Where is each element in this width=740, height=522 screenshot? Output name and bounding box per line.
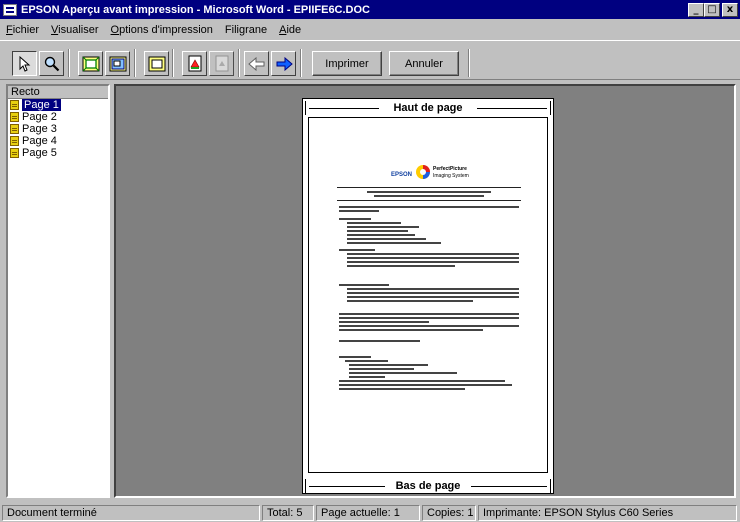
printable-area-button[interactable] <box>144 51 169 76</box>
print-button[interactable]: Imprimer <box>312 51 382 76</box>
page-icon <box>10 148 19 158</box>
next-page-button[interactable] <box>271 51 296 76</box>
menu-fichier[interactable]: Fichier <box>6 24 39 36</box>
fit-page-button[interactable] <box>78 51 103 76</box>
page-list-item-label: Page 4 <box>22 135 57 147</box>
page-list-item-label: Page 1 <box>22 99 61 111</box>
document-text-block <box>339 284 519 304</box>
footer-zone: Bas de page <box>305 479 551 493</box>
zoom-tool-icon <box>44 56 59 71</box>
document-text-block <box>339 206 519 214</box>
page-list-item[interactable]: Page 4 <box>8 135 108 147</box>
page-list-item[interactable]: Page 2 <box>8 111 108 123</box>
status-message: Document terminé <box>2 505 260 521</box>
window-controls: _ □ x <box>688 2 738 17</box>
minimize-button[interactable]: _ <box>688 2 704 17</box>
page-list-item[interactable]: Page 5 <box>8 147 108 159</box>
title-bar[interactable]: EPSON Aperçu avant impression - Microsof… <box>0 0 740 19</box>
document-text-block <box>339 340 519 344</box>
document-text-block <box>367 191 491 199</box>
svg-text:Imaging System: Imaging System <box>433 173 469 179</box>
toolbar: Imprimer Annuler <box>0 40 740 80</box>
toolbar-separator <box>238 49 240 77</box>
pointer-tool-button[interactable] <box>12 51 37 76</box>
preview-area[interactable]: Haut de page EPSON PerfectPicture Imagin… <box>114 84 736 498</box>
page-list-header: Recto <box>8 86 108 99</box>
footer-zone-label: Bas de page <box>392 480 464 492</box>
full-screen-button[interactable] <box>105 51 130 76</box>
page-list-item-label: Page 3 <box>22 123 57 135</box>
printable-area-icon <box>148 56 165 71</box>
epson-logo: EPSON PerfectPicture Imaging System <box>391 165 469 179</box>
page-list-item[interactable]: Page 1 <box>8 99 108 111</box>
menu-aide[interactable]: Aide <box>279 24 301 36</box>
status-copies: Copies: 1 <box>422 505 476 521</box>
document-text-block <box>339 249 519 269</box>
document-text-block <box>339 218 519 246</box>
maximize-button[interactable]: □ <box>704 2 720 17</box>
toolbar-separator <box>468 49 470 77</box>
watermark-button[interactable] <box>182 51 207 76</box>
page-list-panel: Recto Page 1 Page 2 Page 3 Page 4 Page 5 <box>6 84 110 498</box>
fit-page-icon <box>82 56 99 71</box>
page-preview: EPSON PerfectPicture Imaging System <box>308 117 548 473</box>
pointer-tool-icon <box>19 55 30 72</box>
document-text-block <box>339 313 519 333</box>
header-zone-label: Haut de page <box>390 102 466 114</box>
full-screen-icon <box>109 56 126 71</box>
status-bar: Document terminé Total: 5 Page actuelle:… <box>0 503 740 522</box>
print-preview-window: EPSON Aperçu avant impression - Microsof… <box>0 0 740 522</box>
menu-filigrane[interactable]: Filigrane <box>225 24 267 36</box>
toolbar-separator <box>172 49 174 77</box>
window-title: EPSON Aperçu avant impression - Microsof… <box>21 3 371 16</box>
previous-page-icon <box>247 56 264 71</box>
close-button[interactable]: x <box>722 2 738 17</box>
watermark-settings-button[interactable] <box>209 51 234 76</box>
toolbar-separator <box>134 49 136 77</box>
page-icon <box>10 136 19 146</box>
page-list-item-label: Page 2 <box>22 111 57 123</box>
menu-bar: Fichier Visualiser Options d'impression … <box>0 19 740 40</box>
svg-text:PerfectPicture: PerfectPicture <box>433 166 467 172</box>
menu-visualiser[interactable]: Visualiser <box>51 24 99 36</box>
next-page-icon <box>276 56 293 71</box>
menu-options-impression[interactable]: Options d'impression <box>111 24 213 36</box>
header-zone: Haut de page <box>305 101 551 115</box>
zoom-tool-button[interactable] <box>39 51 64 76</box>
page-list-item[interactable]: Page 3 <box>8 123 108 135</box>
watermark-settings-icon <box>215 55 228 71</box>
page-list-item-label: Page 5 <box>22 147 57 159</box>
app-icon[interactable] <box>3 3 17 16</box>
status-total-pages: Total: 5 <box>262 505 314 521</box>
status-current-page: Page actuelle: 1 <box>316 505 420 521</box>
page-icon <box>10 124 19 134</box>
svg-text:EPSON: EPSON <box>391 172 412 178</box>
previous-page-button[interactable] <box>244 51 269 76</box>
watermark-icon <box>188 55 201 71</box>
page-icon <box>10 100 19 110</box>
cancel-button[interactable]: Annuler <box>389 51 459 76</box>
toolbar-separator <box>68 49 70 77</box>
status-printer: Imprimante: EPSON Stylus C60 Series <box>478 505 737 521</box>
document-text-block <box>339 356 519 392</box>
toolbar-separator <box>300 49 302 77</box>
page-icon <box>10 112 19 122</box>
